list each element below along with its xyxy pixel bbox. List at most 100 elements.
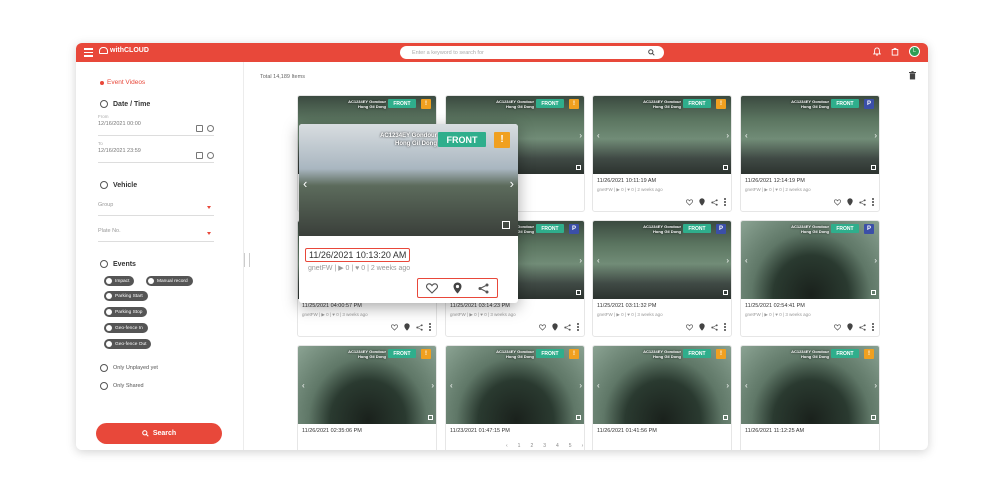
location-pin-icon[interactable] xyxy=(453,282,462,294)
radio-circle[interactable] xyxy=(100,181,108,189)
page-link[interactable]: › xyxy=(582,443,584,449)
more-options-icon[interactable] xyxy=(429,323,431,331)
location-pin-icon[interactable] xyxy=(404,323,410,331)
radio-circle[interactable] xyxy=(100,100,108,108)
video-card[interactable]: AC1234EY Gondour Hong Gil Dong FRONT ! ‹… xyxy=(297,345,437,450)
radio-circle[interactable] xyxy=(100,382,108,390)
heart-icon[interactable] xyxy=(686,198,693,206)
chevron-left-icon[interactable]: ‹ xyxy=(450,381,453,390)
heart-icon[interactable] xyxy=(391,323,398,331)
video-thumbnail[interactable]: AC1234EY Gondour Hong Gil Dong FRONT ! ‹… xyxy=(593,96,731,174)
expand-icon[interactable] xyxy=(723,415,728,420)
chevron-right-icon[interactable]: › xyxy=(431,381,434,390)
video-thumbnail[interactable]: AC1234EY Gondour Hong Gil Dong FRONT P ‹… xyxy=(593,221,731,299)
expand-icon[interactable] xyxy=(871,290,876,295)
video-thumbnail[interactable]: AC1234EY Gondour Hong Gil Dong FRONT ! ‹… xyxy=(741,346,879,424)
share-icon[interactable] xyxy=(859,323,866,331)
page-link[interactable]: 1 xyxy=(518,443,521,449)
more-options-icon[interactable] xyxy=(724,198,726,206)
search-input[interactable] xyxy=(412,48,632,57)
share-icon[interactable] xyxy=(711,198,718,206)
from-date-field[interactable]: From 12/16/2021 00:00 xyxy=(98,114,214,136)
video-card[interactable]: AC1234EY Gondour Hong Gil Dong FRONT P ‹… xyxy=(740,220,880,337)
to-date-field[interactable]: To 12/16/2021 23:59 xyxy=(98,141,214,163)
chevron-left-icon[interactable]: ‹ xyxy=(745,256,748,265)
radio-circle[interactable] xyxy=(100,364,108,372)
heart-icon[interactable] xyxy=(425,282,438,294)
video-preview-popup[interactable]: AC1234EY Gondour Hong Gil Dong FRONT ! ‹… xyxy=(299,124,518,303)
heart-icon[interactable] xyxy=(834,323,841,331)
chevron-right-icon[interactable]: › xyxy=(726,381,729,390)
date-time-radio[interactable]: Date / Time xyxy=(100,100,150,108)
chevron-right-icon[interactable]: › xyxy=(726,131,729,140)
expand-icon[interactable] xyxy=(576,290,581,295)
more-options-icon[interactable] xyxy=(577,323,579,331)
video-thumbnail[interactable]: AC1234EY Gondour Hong Gil Dong FRONT ! ‹… xyxy=(593,346,731,424)
chevron-left-icon[interactable]: ‹ xyxy=(745,381,748,390)
plate-select[interactable]: Plate No. xyxy=(98,228,214,242)
calendar-icon[interactable] xyxy=(196,125,203,132)
page-link[interactable]: 3 xyxy=(543,443,546,449)
expand-icon[interactable] xyxy=(576,415,581,420)
shopping-bag-icon[interactable] xyxy=(891,47,899,56)
location-pin-icon[interactable] xyxy=(552,323,558,331)
avatar[interactable]: L xyxy=(909,46,920,57)
expand-icon[interactable] xyxy=(502,221,510,229)
expand-icon[interactable] xyxy=(723,165,728,170)
chevron-right-icon[interactable]: › xyxy=(579,381,582,390)
chevron-right-icon[interactable]: › xyxy=(874,131,877,140)
video-thumbnail[interactable]: AC1234EY Gondour Hong Gil Dong FRONT ! ‹… xyxy=(446,346,584,424)
chevron-right-icon[interactable]: › xyxy=(874,256,877,265)
chevron-right-icon[interactable]: › xyxy=(579,131,582,140)
more-options-icon[interactable] xyxy=(872,198,874,206)
chip-impact[interactable]: Impact xyxy=(104,276,135,286)
video-card[interactable]: AC1234EY Gondour Hong Gil Dong FRONT ! ‹… xyxy=(592,95,732,212)
location-pin-icon[interactable] xyxy=(847,198,853,206)
video-card[interactable]: AC1234EY Gondour Hong Gil Dong FRONT ! ‹… xyxy=(592,345,732,450)
chip-manual-record[interactable]: Manual record xyxy=(146,276,193,286)
calendar-icon[interactable] xyxy=(196,152,203,159)
search-icon[interactable] xyxy=(648,49,655,56)
group-select[interactable]: Group xyxy=(98,202,214,216)
trash-icon[interactable] xyxy=(909,71,916,80)
menu-icon[interactable] xyxy=(84,48,93,57)
video-card[interactable]: AC1234EY Gondour Hong Gil Dong FRONT ! ‹… xyxy=(740,345,880,450)
chevron-left-icon[interactable]: ‹ xyxy=(597,256,600,265)
radio-circle[interactable] xyxy=(100,260,108,268)
share-icon[interactable] xyxy=(859,198,866,206)
share-icon[interactable] xyxy=(416,323,423,331)
more-options-icon[interactable] xyxy=(724,323,726,331)
expand-icon[interactable] xyxy=(723,290,728,295)
page-link[interactable]: 4 xyxy=(556,443,559,449)
chip-geofence-in[interactable]: Geo-fence In xyxy=(104,323,148,333)
location-pin-icon[interactable] xyxy=(847,323,853,331)
video-thumbnail[interactable]: AC1234EY Gondour Hong Gil Dong FRONT ! ‹… xyxy=(299,124,518,236)
events-radio[interactable]: Events xyxy=(100,260,136,268)
only-unplayed-radio[interactable]: Only Unplayed yet xyxy=(100,364,158,372)
chevron-left-icon[interactable]: ‹ xyxy=(597,131,600,140)
chevron-left-icon[interactable]: ‹ xyxy=(302,381,305,390)
heart-icon[interactable] xyxy=(686,323,693,331)
share-icon[interactable] xyxy=(478,283,489,294)
clock-icon[interactable] xyxy=(207,152,214,159)
chevron-right-icon[interactable]: › xyxy=(579,256,582,265)
video-thumbnail[interactable]: AC1234EY Gondour Hong Gil Dong FRONT P ‹… xyxy=(741,221,879,299)
chevron-left-icon[interactable]: ‹ xyxy=(597,381,600,390)
expand-icon[interactable] xyxy=(428,415,433,420)
chip-parking-stop[interactable]: Parking Stop xyxy=(104,307,148,317)
video-thumbnail[interactable]: AC1234EY Gondour Hong Gil Dong FRONT P ‹… xyxy=(741,96,879,174)
vehicle-radio[interactable]: Vehicle xyxy=(100,181,137,189)
brand-logo[interactable]: withCLOUD xyxy=(99,47,149,54)
page-link[interactable]: 5 xyxy=(569,443,572,449)
chip-parking-start[interactable]: Parking Start xyxy=(104,291,148,301)
bell-icon[interactable] xyxy=(873,47,881,56)
location-pin-icon[interactable] xyxy=(699,323,705,331)
heart-icon[interactable] xyxy=(539,323,546,331)
expand-icon[interactable] xyxy=(871,415,876,420)
only-shared-radio[interactable]: Only Shared xyxy=(100,382,144,390)
video-card[interactable]: AC1234EY Gondour Hong Gil Dong FRONT ! ‹… xyxy=(445,345,585,450)
more-options-icon[interactable] xyxy=(872,323,874,331)
chevron-left-icon[interactable]: ‹ xyxy=(745,131,748,140)
page-link[interactable]: ‹ xyxy=(506,443,508,449)
page-link[interactable]: 2 xyxy=(530,443,533,449)
